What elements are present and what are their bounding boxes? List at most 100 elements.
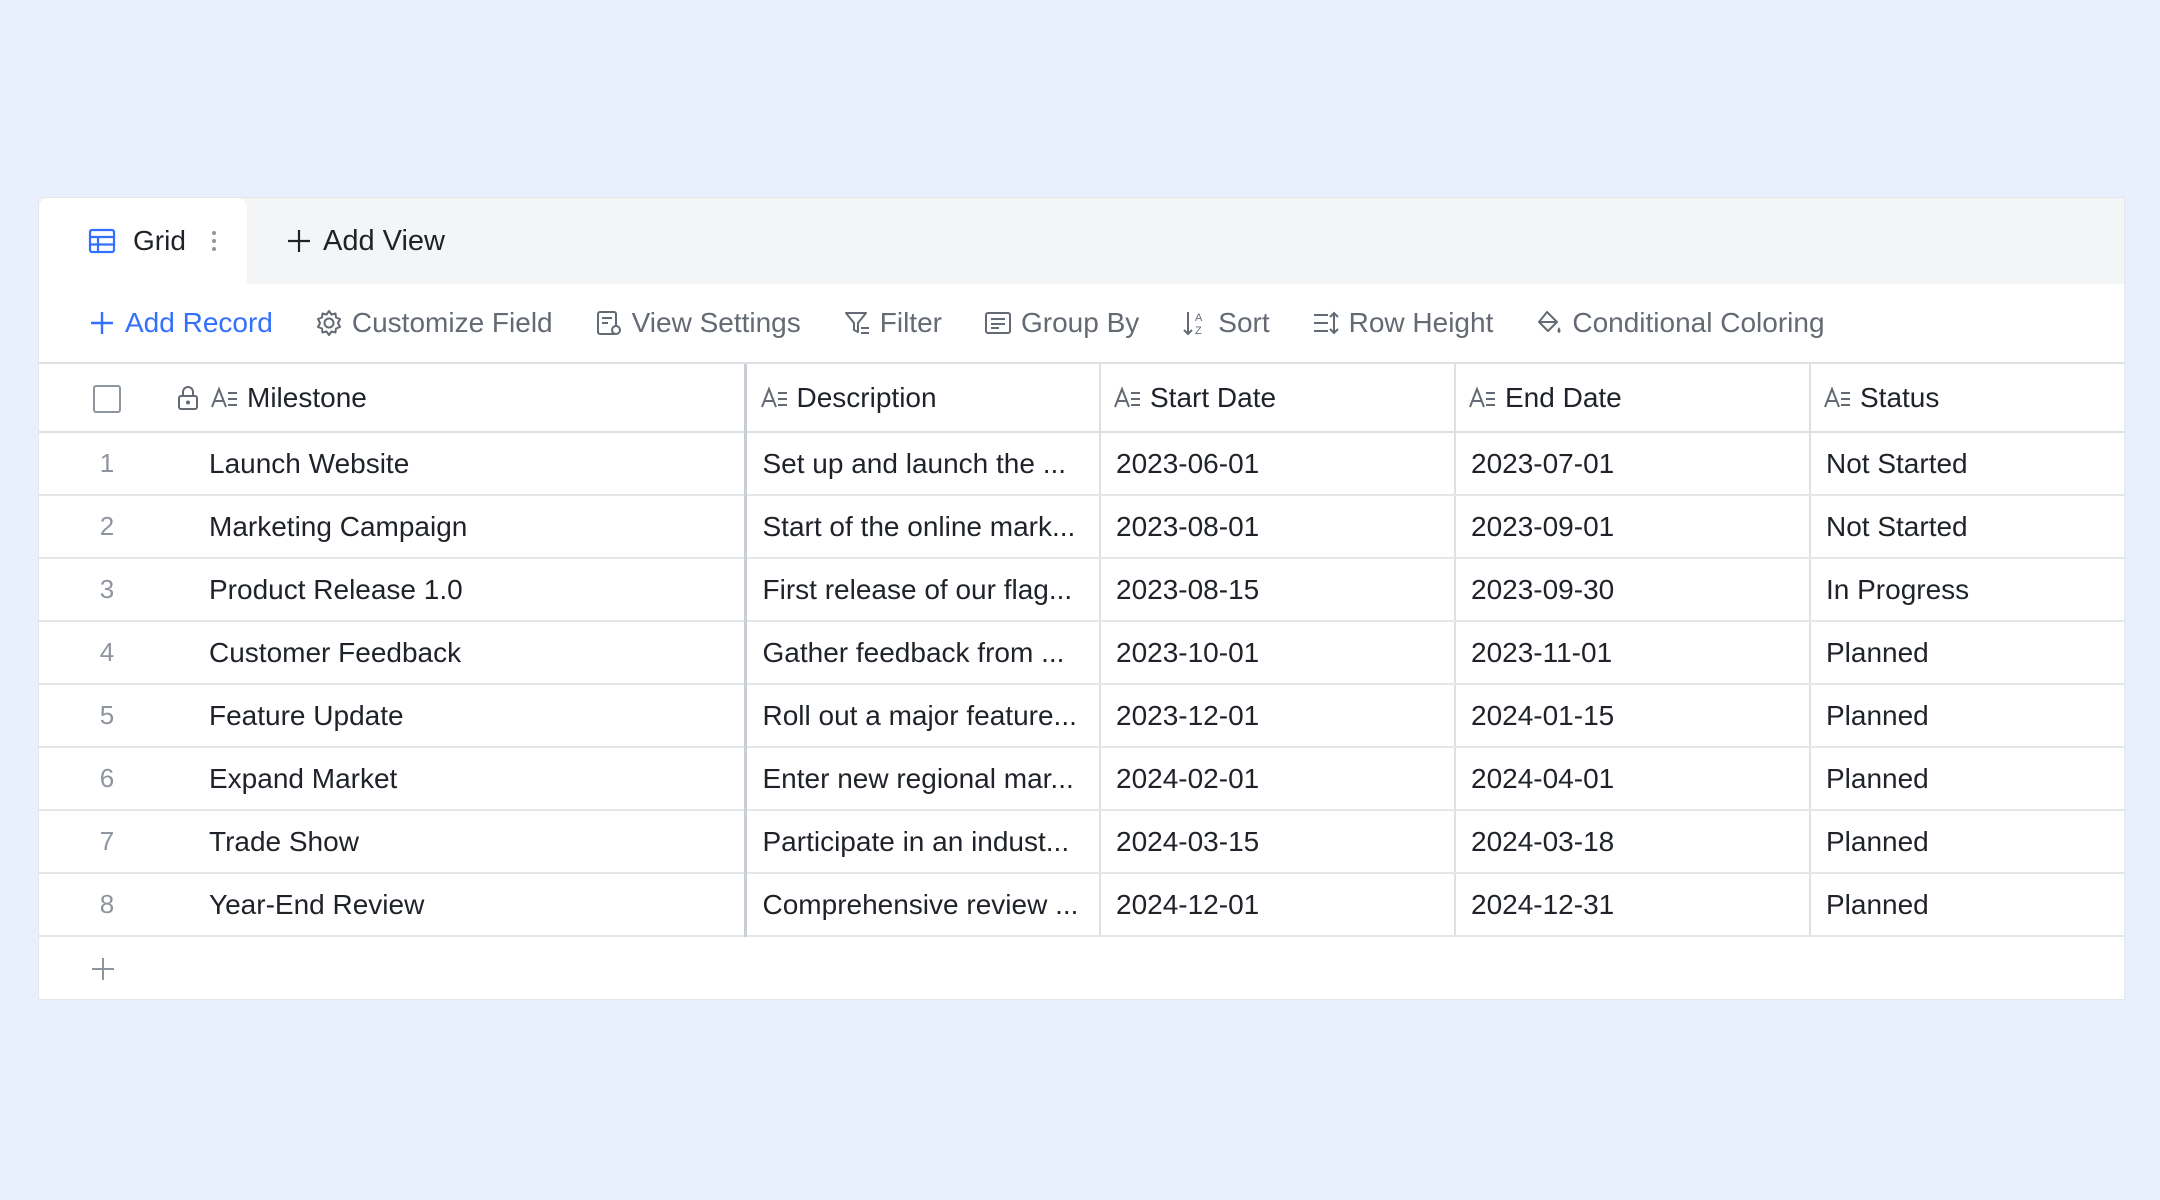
cell-end-date[interactable]: 2023-07-01 [1454,432,1810,496]
more-vertical-icon[interactable] [210,229,218,253]
select-all-cell [39,364,175,433]
group-by-icon [984,312,1011,334]
cell-description[interactable]: Start of the online mark... [743,495,1100,559]
filter-button[interactable]: Filter [842,307,942,339]
view-settings-button[interactable]: View Settings [594,307,801,339]
lock-icon [178,385,198,410]
cell-end-date[interactable]: 2024-12-31 [1454,873,1810,937]
group-by-button[interactable]: Group By [983,307,1139,339]
table-row[interactable]: 5 Feature Update Roll out a major featur… [39,684,2124,748]
cell-description[interactable]: Gather feedback from ... [743,621,1100,685]
cell-start-date[interactable]: 2023-12-01 [1099,684,1455,748]
row-height-label: Row Height [1348,307,1494,338]
plus-icon [288,230,310,252]
cell-start-date[interactable]: 2024-02-01 [1099,747,1455,811]
text-field-icon [1469,385,1495,407]
cell-milestone[interactable]: Trade Show [175,810,745,874]
view-settings-label: View Settings [631,307,801,338]
column-header-description[interactable]: Description [743,364,1100,433]
view-settings-icon [596,311,621,335]
table-row[interactable]: 2 Marketing Campaign Start of the online… [39,495,2124,559]
cell-status[interactable]: Not Started [1809,495,2124,559]
toolbar: Add Record Customize Field View Settings [39,284,2124,364]
cell-start-date[interactable]: 2023-06-01 [1099,432,1455,496]
cell-end-date[interactable]: 2023-09-01 [1454,495,1810,559]
cell-description[interactable]: First release of our flag... [743,558,1100,622]
cell-end-date[interactable]: 2024-01-15 [1454,684,1810,748]
column-header-milestone-label: Milestone [247,381,367,413]
table-row[interactable]: 7 Trade Show Participate in an indust...… [39,810,2124,874]
table-row[interactable]: 6 Expand Market Enter new regional mar..… [39,747,2124,811]
paint-bucket-icon [1538,311,1561,333]
cell-status[interactable]: Planned [1809,621,2124,685]
cell-description[interactable]: Enter new regional mar... [743,747,1100,811]
records-table: Milestone Description Start Date End Dat… [39,364,2124,937]
column-header-status[interactable]: Status [1809,364,2124,433]
customize-field-label: Customize Field [351,307,553,338]
cell-status[interactable]: Planned [1809,810,2124,874]
column-header-end-date[interactable]: End Date [1454,364,1810,433]
column-header-milestone[interactable]: Milestone [175,364,745,433]
cell-milestone[interactable]: Feature Update [175,684,745,748]
table-row[interactable]: 4 Customer Feedback Gather feedback from… [39,621,2124,685]
tab-grid[interactable]: Grid [39,198,247,284]
row-number: 6 [39,747,175,811]
cell-status[interactable]: Planned [1809,747,2124,811]
grid-table-icon [88,228,116,254]
cell-end-date[interactable]: 2024-03-18 [1454,810,1810,874]
column-header-description-label: Description [796,381,937,413]
cell-milestone[interactable]: Year-End Review [175,873,745,937]
cell-status[interactable]: In Progress [1809,558,2124,622]
text-field-icon [211,385,237,407]
view-tab-bar: Grid Add View [39,198,2124,284]
row-number: 8 [39,873,175,937]
cell-description[interactable]: Comprehensive review ... [743,873,1100,937]
sort-label: Sort [1218,307,1270,338]
cell-milestone[interactable]: Expand Market [175,747,745,811]
cell-start-date[interactable]: 2023-08-15 [1099,558,1455,622]
cell-status[interactable]: Planned [1809,684,2124,748]
add-view-label: Add View [323,224,445,257]
svg-text:A: A [1195,312,1203,324]
cell-description[interactable]: Roll out a major feature... [743,684,1100,748]
sort-button[interactable]: A Z Sort [1180,307,1270,339]
add-row-plus-icon[interactable] [89,955,117,983]
conditional-coloring-button[interactable]: Conditional Coloring [1534,307,1825,339]
cell-end-date[interactable]: 2023-09-30 [1454,558,1810,622]
cell-description[interactable]: Participate in an indust... [743,810,1100,874]
cell-start-date[interactable]: 2024-12-01 [1099,873,1455,937]
column-header-start-date[interactable]: Start Date [1099,364,1455,433]
row-height-button[interactable]: Row Height [1311,307,1494,339]
group-by-label: Group By [1020,307,1140,338]
column-header-start-date-label: Start Date [1150,381,1277,413]
row-number: 7 [39,810,175,874]
add-record-button[interactable]: Add Record [87,307,273,339]
cell-status[interactable]: Planned [1809,873,2124,937]
row-number: 5 [39,684,175,748]
cell-milestone[interactable]: Customer Feedback [175,621,745,685]
cell-milestone[interactable]: Launch Website [175,432,745,496]
cell-start-date[interactable]: 2023-10-01 [1099,621,1455,685]
select-all-checkbox[interactable] [93,385,121,414]
cell-status[interactable]: Not Started [1809,432,2124,496]
grid-view-panel: Grid Add View Add Record Customize Field… [39,198,2124,999]
add-view-button[interactable]: Add View [285,198,445,284]
cell-milestone[interactable]: Marketing Campaign [175,495,745,559]
cell-start-date[interactable]: 2023-08-01 [1099,495,1455,559]
table-row[interactable]: 8 Year-End Review Comprehensive review .… [39,873,2124,937]
column-header-end-date-label: End Date [1505,381,1622,413]
cell-end-date[interactable]: 2023-11-01 [1454,621,1810,685]
row-number: 4 [39,621,175,685]
cell-end-date[interactable]: 2024-04-01 [1454,747,1810,811]
add-row-area [39,937,2124,1000]
svg-text:Z: Z [1195,325,1202,337]
row-number: 3 [39,558,175,622]
cell-milestone[interactable]: Product Release 1.0 [175,558,745,622]
table-row[interactable]: 3 Product Release 1.0 First release of o… [39,558,2124,622]
customize-field-button[interactable]: Customize Field [314,307,553,339]
cell-start-date[interactable]: 2024-03-15 [1099,810,1455,874]
cell-description[interactable]: Set up and launch the ... [743,432,1100,496]
table-row[interactable]: 1 Launch Website Set up and launch the .… [39,432,2124,496]
text-field-icon [1824,385,1850,407]
text-field-icon [760,385,787,407]
